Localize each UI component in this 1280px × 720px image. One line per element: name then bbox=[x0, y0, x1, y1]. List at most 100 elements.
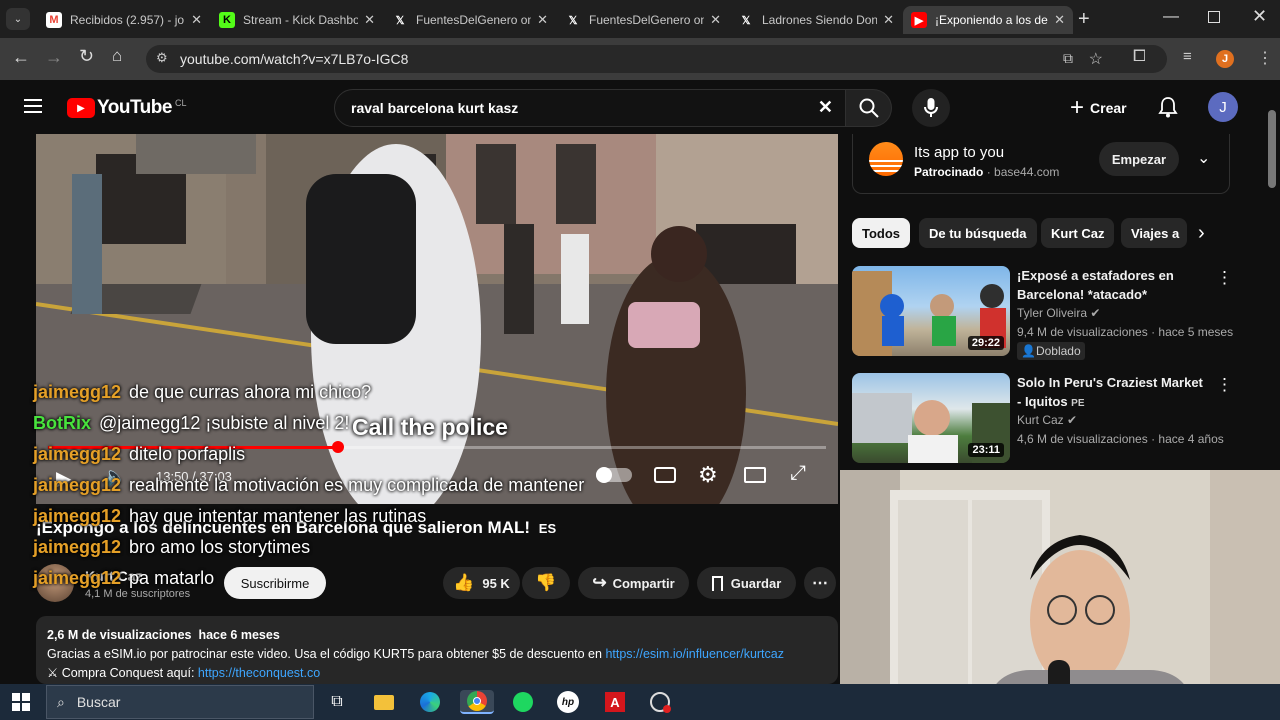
x-icon: 𝕏 bbox=[395, 14, 405, 27]
create-button[interactable]: + Crear bbox=[1064, 91, 1133, 125]
account-avatar[interactable]: J bbox=[1208, 92, 1238, 122]
new-tab-button[interactable]: + bbox=[1078, 8, 1090, 31]
esim-link[interactable]: https://esim.io/influencer/kurtcaz bbox=[605, 647, 784, 661]
dubbed-badge: 👤Doblado bbox=[1017, 342, 1085, 360]
related-thumbnail[interactable]: 23:11 bbox=[852, 373, 1010, 463]
chat-text: de que curras ahora mi chico? bbox=[129, 382, 372, 402]
ad-card[interactable]: Its app to you Patrocinado · base44.com … bbox=[852, 134, 1230, 194]
ad-sponsor-line: Patrocinado · base44.com bbox=[914, 165, 1060, 179]
browser-menu-icon[interactable]: ⋮ bbox=[1257, 48, 1273, 68]
related-more-icon[interactable]: ⋮ bbox=[1216, 375, 1233, 395]
close-tab-icon[interactable]: ✕ bbox=[883, 12, 894, 28]
task-view-icon[interactable]: ⧉ bbox=[324, 690, 350, 714]
theater-mode-icon[interactable] bbox=[744, 467, 766, 483]
filter-chip[interactable]: Viajes a bbox=[1121, 218, 1187, 248]
browser-tab-strip: ⌄ M Recibidos (2.957) - jo ✕ K Stream - Kick… bbox=[0, 0, 1280, 38]
browser-tab[interactable]: 𝕏 Ladrones Siendo Don ✕ bbox=[730, 6, 902, 34]
edge-icon[interactable] bbox=[417, 690, 443, 714]
fullscreen-icon[interactable]: ⤢ bbox=[790, 462, 806, 485]
chat-message: jaimegg12 hay que intentar mantener las r… bbox=[33, 506, 426, 527]
chevron-down-icon[interactable]: ⌄ bbox=[1197, 148, 1210, 168]
adobe-icon[interactable]: A bbox=[602, 690, 628, 714]
filter-chip[interactable]: De tu búsqueda bbox=[919, 218, 1037, 248]
obs-icon[interactable] bbox=[647, 690, 673, 714]
save-button[interactable]: Guardar bbox=[697, 567, 796, 599]
minimize-button[interactable]: — bbox=[1163, 8, 1179, 26]
related-channel[interactable]: Kurt Caz ✔ bbox=[1017, 413, 1077, 427]
browser-tab[interactable]: 𝕏 FuentesDelGenero on ✕ bbox=[557, 6, 729, 34]
install-app-icon[interactable]: ⧉ bbox=[1063, 50, 1073, 67]
close-window-button[interactable]: ✕ bbox=[1252, 6, 1267, 27]
description-text: Gracias a eSIM.io por patrocinar este vi… bbox=[47, 647, 602, 661]
youtube-wordmark: YouTube bbox=[97, 97, 172, 118]
related-channel[interactable]: Tyler Oliveira ✔ bbox=[1017, 306, 1100, 320]
taskbar-search[interactable]: ⌕ Buscar bbox=[46, 685, 314, 719]
profile-avatar[interactable]: J bbox=[1216, 50, 1234, 68]
share-label: Compartir bbox=[612, 575, 675, 591]
browser-tab[interactable]: K Stream - Kick Dashbo ✕ bbox=[211, 6, 383, 34]
hp-icon[interactable]: hp bbox=[555, 690, 581, 714]
view-count: 2,6 M de visualizaciones bbox=[47, 628, 192, 642]
home-icon[interactable]: ⌂ bbox=[112, 46, 122, 66]
browser-tab[interactable]: M Recibidos (2.957) - jo ✕ bbox=[38, 6, 210, 34]
bookmark-star-icon[interactable]: ☆ bbox=[1089, 49, 1103, 69]
chat-username: jaimegg12 bbox=[33, 506, 122, 526]
search-icon bbox=[859, 98, 879, 118]
close-tab-icon[interactable]: ✕ bbox=[1054, 12, 1065, 28]
close-tab-icon[interactable]: ✕ bbox=[364, 12, 375, 28]
search-input[interactable]: raval barcelona kurt kasz ✕ bbox=[334, 89, 846, 127]
subscribe-button[interactable]: Suscribirme bbox=[224, 567, 326, 599]
forward-icon[interactable]: → bbox=[45, 47, 63, 68]
chrome-icon[interactable] bbox=[460, 690, 494, 714]
related-title[interactable]: ¡Exposé a estafadores en Barcelona! *ata… bbox=[1017, 266, 1207, 304]
like-button[interactable]: 👍 95 K bbox=[443, 567, 520, 599]
autoplay-toggle[interactable] bbox=[596, 467, 632, 483]
more-actions-button[interactable]: ⋯ bbox=[804, 567, 836, 599]
settings-gear-icon[interactable]: ⚙ bbox=[698, 462, 718, 488]
tab-search-button[interactable]: ⌄ bbox=[6, 8, 30, 30]
filter-chip[interactable]: Todos bbox=[852, 218, 911, 248]
close-tab-icon[interactable]: ✕ bbox=[191, 12, 202, 28]
subtitles-icon[interactable] bbox=[654, 467, 676, 483]
description-text-2: Compra Conquest aquí: bbox=[61, 666, 195, 680]
thumb-up-icon: 👍 bbox=[453, 573, 475, 592]
address-bar[interactable]: ⚙ youtube.com/watch?v=x7LB7o-IGC8 ⧉ ☆ bbox=[146, 45, 1167, 73]
related-meta: 9,4 M de visualizaciones · hace 5 meses bbox=[1017, 325, 1234, 339]
reload-icon[interactable]: ↻ bbox=[79, 46, 94, 67]
maximize-button[interactable] bbox=[1208, 11, 1220, 23]
browser-tab[interactable]: 𝕏 FuentesDelGenero on ✕ bbox=[384, 6, 556, 34]
search-button[interactable] bbox=[846, 89, 892, 127]
gmail-icon: M bbox=[46, 12, 62, 28]
close-tab-icon[interactable]: ✕ bbox=[537, 12, 548, 28]
description-box[interactable]: 2,6 M de visualizaciones hace 6 meses Gr… bbox=[36, 616, 838, 684]
clear-search-icon[interactable]: ✕ bbox=[818, 97, 833, 118]
related-title[interactable]: Solo In Peru's Craziest Market - Iquitos… bbox=[1017, 373, 1207, 413]
extensions-icon[interactable]: ⧠ bbox=[1133, 48, 1146, 66]
back-icon[interactable]: ← bbox=[12, 47, 30, 68]
voice-search-button[interactable] bbox=[912, 89, 950, 127]
page-scrollbar[interactable] bbox=[1268, 110, 1276, 188]
conquest-link[interactable]: https://theconquest.co bbox=[198, 666, 320, 680]
media-control-icon[interactable]: ≡ bbox=[1183, 48, 1192, 65]
related-more-icon[interactable]: ⋮ bbox=[1216, 268, 1233, 288]
notifications-button[interactable] bbox=[1158, 96, 1178, 123]
youtube-logo[interactable]: ▶ YouTube CL bbox=[67, 97, 186, 119]
ad-cta-button[interactable]: Empezar bbox=[1099, 142, 1179, 176]
description-line-2: ⚔ Compra Conquest aquí: https://theconqu… bbox=[47, 664, 827, 683]
chips-next-icon[interactable]: › bbox=[1198, 222, 1205, 245]
chat-text: @jaimegg12 ¡subiste al nivel 2! bbox=[99, 413, 350, 433]
webcam-overlay bbox=[840, 470, 1280, 720]
tab-title: FuentesDelGenero on bbox=[589, 13, 705, 27]
spotify-icon[interactable] bbox=[510, 690, 536, 714]
dislike-button[interactable]: 👎 bbox=[522, 567, 570, 599]
share-button[interactable]: ↪ Compartir bbox=[578, 567, 689, 599]
menu-icon[interactable] bbox=[24, 99, 42, 113]
file-explorer-icon[interactable] bbox=[371, 690, 397, 714]
related-thumbnail[interactable]: 29:22 bbox=[852, 266, 1010, 356]
filter-chip[interactable]: Kurt Caz bbox=[1041, 218, 1115, 248]
site-info-icon[interactable]: ⚙ bbox=[156, 50, 168, 66]
close-tab-icon[interactable]: ✕ bbox=[710, 12, 721, 28]
browser-tab[interactable]: ▶ ¡Exponiendo a los del ✕ bbox=[903, 6, 1073, 34]
chat-message: jaimegg12 realmente la motivación es muy … bbox=[33, 475, 584, 496]
windows-start-icon[interactable] bbox=[12, 693, 30, 711]
